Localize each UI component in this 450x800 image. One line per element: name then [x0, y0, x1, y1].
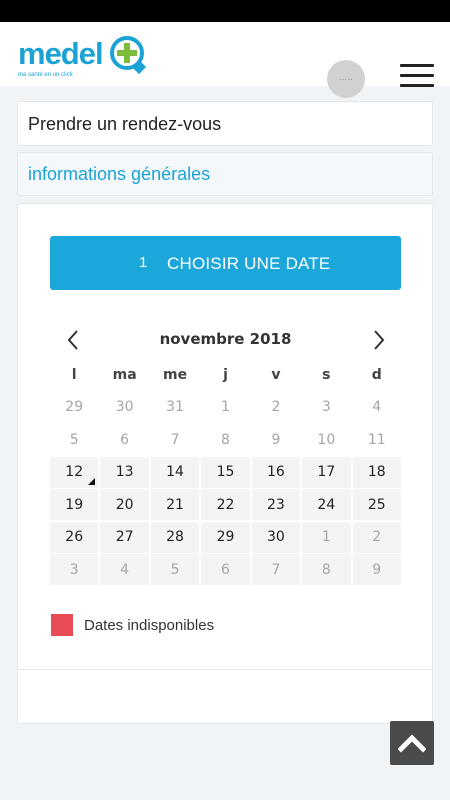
calendar-day: 8	[221, 431, 230, 448]
calendar-grid: l ma me j v s d 29 30 31 1 2 3 4 5 6 7 8…	[50, 359, 401, 587]
calendar-week: 3 4 5 6 7 8 9	[50, 554, 401, 587]
calendar-week: 26 27 28 29 30 1 2	[50, 521, 401, 555]
unavailable-legend-swatch	[51, 614, 73, 636]
calendar-week: 12 13 14 15 16 17 18	[50, 456, 401, 490]
info-section-card[interactable]: informations générales	[17, 152, 433, 196]
logo-tagline: ma santé en un click	[18, 72, 73, 78]
calendar-day-today[interactable]: 12	[50, 456, 99, 488]
choose-date-step-button[interactable]: 1 CHOISIR UNE DATE	[50, 236, 401, 290]
calendar-day[interactable]: 30	[251, 521, 301, 553]
calendar-day: 1	[221, 399, 230, 415]
calendar-week: 29 30 31 1 2 3 4	[50, 392, 401, 425]
calendar-day[interactable]: 22	[201, 489, 250, 520]
calendar-day[interactable]: 18	[352, 456, 401, 488]
weekday-label: me	[163, 366, 188, 383]
chevron-left-icon[interactable]	[66, 329, 86, 351]
calendar-day: 29	[65, 399, 84, 415]
step-label: CHOISIR UNE DATE	[167, 254, 331, 273]
calendar-day[interactable]: 26	[50, 521, 99, 553]
calendar-day: 4	[372, 399, 382, 415]
chevron-right-icon[interactable]	[366, 329, 386, 351]
app-header: medel ma santé en un click ••• ••	[0, 22, 450, 98]
divider	[18, 669, 432, 670]
calendar-day: 1	[302, 521, 351, 553]
page-title-card: Prendre un rendez-vous	[17, 101, 433, 146]
calendar-day: 2	[352, 521, 401, 553]
scroll-to-top-button[interactable]	[390, 721, 434, 765]
calendar-day: 30	[115, 399, 134, 415]
calendar-day[interactable]: 20	[100, 489, 149, 520]
unavailable-legend-label: Dates indisponibles	[84, 617, 215, 634]
weekday-label: v	[271, 366, 281, 383]
calendar-day: 6	[201, 554, 250, 585]
calendar-day[interactable]: 14	[150, 456, 200, 488]
calendar-day: 7	[170, 431, 180, 448]
calendar-day[interactable]: 16	[251, 456, 301, 488]
calendar-day[interactable]: 15	[201, 456, 250, 488]
calendar-day: 8	[302, 554, 351, 585]
calendar-day[interactable]: 29	[201, 521, 250, 553]
avatar[interactable]: ••• ••	[327, 60, 365, 98]
calendar-day[interactable]: 24	[302, 489, 351, 520]
calendar-day: 9	[271, 431, 281, 448]
info-section-link[interactable]: informations générales	[28, 164, 210, 185]
calendar-day: 5	[69, 431, 79, 448]
calendar-day: 31	[166, 399, 184, 415]
weekday-label: s	[322, 366, 331, 383]
calendar-day: 9	[352, 554, 401, 585]
calendar-day: 2	[271, 399, 281, 415]
calendar-day[interactable]: 13	[100, 456, 149, 488]
weekday-label: ma	[112, 366, 137, 383]
weekday-label: l	[71, 366, 77, 383]
calendar-day: 5	[150, 554, 200, 585]
calendar-card: 1 CHOISIR UNE DATE novembre 2018 l ma me…	[17, 203, 433, 724]
calendar-day[interactable]: 23	[251, 489, 301, 520]
calendar-day[interactable]: 17	[302, 456, 351, 488]
calendar-day: 3	[321, 399, 331, 415]
medelq-logo[interactable]: medel ma santé en un click	[18, 36, 148, 80]
calendar-day[interactable]: 25	[352, 489, 401, 520]
calendar-day: 10	[317, 431, 336, 448]
calendar-day[interactable]: 19	[50, 489, 99, 520]
calendar-day: 4	[100, 554, 149, 585]
weekday-label: j	[223, 366, 228, 383]
hamburger-icon[interactable]	[400, 62, 434, 90]
calendar-day: 3	[50, 554, 99, 585]
calendar-day[interactable]: 28	[150, 521, 200, 553]
calendar-day: 6	[120, 431, 130, 448]
weekday-label: d	[371, 366, 382, 383]
page-title: Prendre un rendez-vous	[28, 114, 222, 134]
logo-wordmark: medel	[18, 36, 104, 71]
calendar-week: 5 6 7 8 9 10 11	[50, 424, 401, 457]
calendar-month: novembre 2018	[159, 330, 292, 348]
status-bar	[0, 0, 450, 22]
step-number: 1	[139, 254, 148, 271]
calendar-day: 11	[367, 431, 386, 448]
calendar-day[interactable]: 27	[100, 521, 149, 553]
calendar-week: 19 20 21 22 23 24 25	[50, 489, 401, 522]
calendar-day: 7	[251, 554, 301, 585]
calendar-day[interactable]: 21	[150, 489, 200, 520]
weekday-header-row: l ma me j v s d	[50, 359, 401, 392]
